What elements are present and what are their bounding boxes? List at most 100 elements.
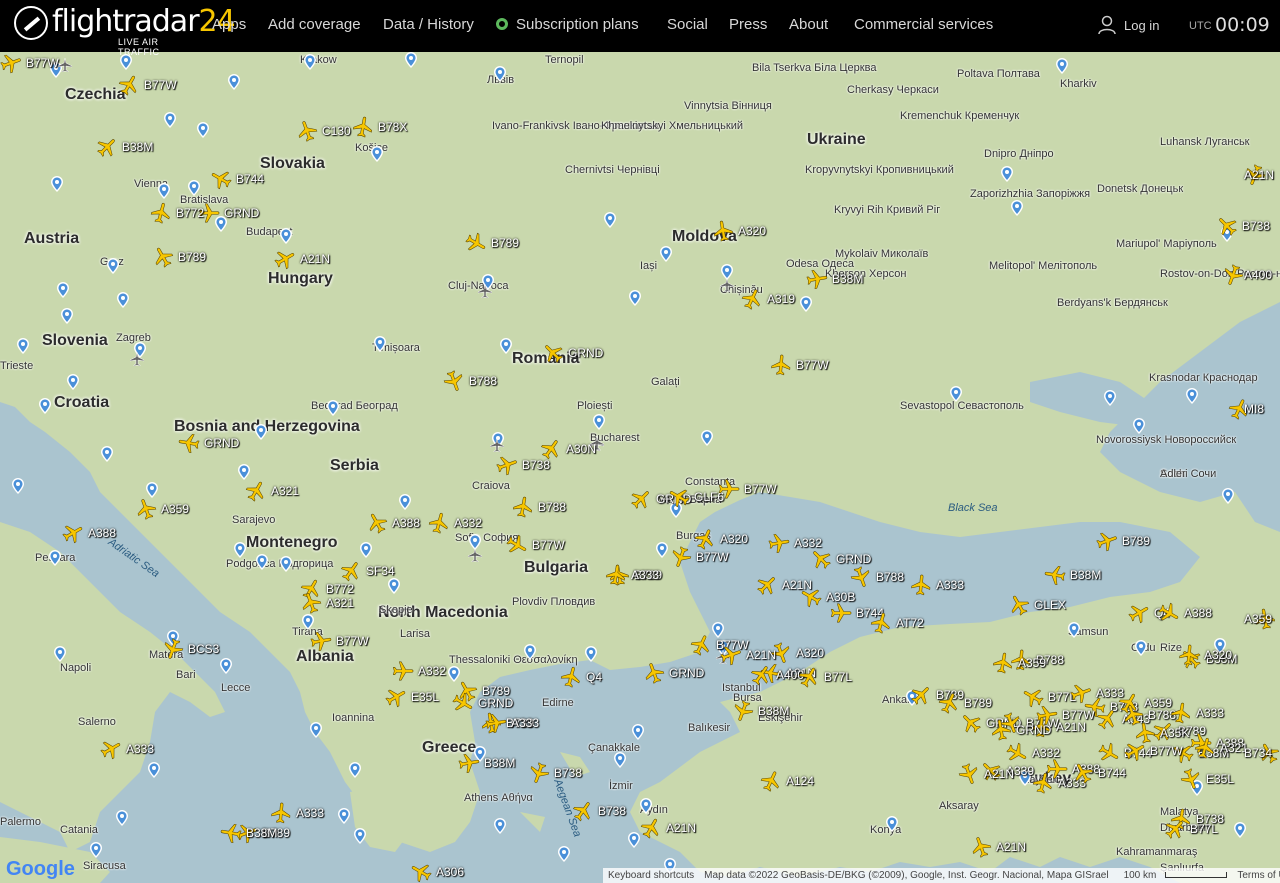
airport-pin-icon[interactable] xyxy=(1019,770,1031,786)
nav-press[interactable]: Press xyxy=(729,16,767,33)
airport-pin-icon[interactable] xyxy=(558,846,570,862)
airport-pin-icon[interactable] xyxy=(388,578,400,594)
airport-pin-icon[interactable] xyxy=(280,228,292,244)
airport-pin-icon[interactable] xyxy=(188,180,200,196)
aircraft-icon[interactable] xyxy=(540,438,562,460)
aircraft-icon[interactable] xyxy=(1128,602,1150,624)
aircraft-icon[interactable] xyxy=(100,738,122,760)
airport-pin-icon[interactable] xyxy=(54,646,66,662)
aircraft-icon[interactable] xyxy=(385,686,407,708)
aircraft-icon[interactable] xyxy=(720,644,742,666)
airport-pin-icon[interactable] xyxy=(49,550,61,566)
aircraft-icon[interactable] xyxy=(152,246,174,268)
aircraft-icon[interactable] xyxy=(1044,564,1066,586)
aircraft-icon[interactable] xyxy=(300,592,322,614)
aircraft-icon[interactable] xyxy=(668,486,690,508)
aircraft-icon[interactable] xyxy=(732,700,754,722)
airport-pin-icon[interactable] xyxy=(57,282,69,298)
aircraft-icon[interactable] xyxy=(96,136,118,158)
aircraft-icon[interactable] xyxy=(750,664,772,686)
ground-aircraft-icon[interactable] xyxy=(719,277,735,293)
nav-commercial-services[interactable]: Commercial services xyxy=(854,16,993,33)
aircraft-icon[interactable] xyxy=(1222,264,1244,286)
aircraft-icon[interactable] xyxy=(938,692,960,714)
airport-pin-icon[interactable] xyxy=(256,554,268,570)
aircraft-icon[interactable] xyxy=(1194,737,1216,759)
airport-pin-icon[interactable] xyxy=(255,424,267,440)
airport-pin-icon[interactable] xyxy=(67,374,79,390)
aircraft-icon[interactable] xyxy=(270,802,292,824)
aircraft-icon[interactable] xyxy=(910,684,932,706)
airport-pin-icon[interactable] xyxy=(1068,622,1080,638)
aircraft-icon[interactable] xyxy=(452,692,474,714)
airport-pin-icon[interactable] xyxy=(158,183,170,199)
aircraft-icon[interactable] xyxy=(135,498,157,520)
airport-pin-icon[interactable] xyxy=(1214,638,1226,654)
airport-pin-icon[interactable] xyxy=(494,66,506,82)
airport-pin-icon[interactable] xyxy=(524,644,536,660)
aircraft-icon[interactable] xyxy=(670,546,692,568)
aircraft-icon[interactable] xyxy=(296,120,318,142)
airport-pin-icon[interactable] xyxy=(1234,822,1246,838)
aircraft-icon[interactable] xyxy=(210,168,232,190)
aircraft-icon[interactable] xyxy=(62,522,84,544)
airport-pin-icon[interactable] xyxy=(656,542,668,558)
aircraft-icon[interactable] xyxy=(340,560,362,582)
aircraft-icon[interactable] xyxy=(1180,768,1202,790)
airport-pin-icon[interactable] xyxy=(1011,200,1023,216)
airport-pin-icon[interactable] xyxy=(405,52,417,68)
aircraft-icon[interactable] xyxy=(970,836,992,858)
airport-pin-icon[interactable] xyxy=(197,122,209,138)
aircraft-icon[interactable] xyxy=(800,586,822,608)
aircraft-icon[interactable] xyxy=(392,660,414,682)
aircraft-icon[interactable] xyxy=(992,652,1014,674)
ground-aircraft-icon[interactable] xyxy=(489,437,505,453)
airport-pin-icon[interactable] xyxy=(51,176,63,192)
airport-pin-icon[interactable] xyxy=(629,290,641,306)
airport-pin-icon[interactable] xyxy=(604,212,616,228)
airport-pin-icon[interactable] xyxy=(220,658,232,674)
nav-social[interactable]: Social xyxy=(667,16,708,33)
aircraft-icon[interactable] xyxy=(560,666,582,688)
aircraft-icon[interactable] xyxy=(150,202,172,224)
aircraft-icon[interactable] xyxy=(410,861,432,883)
airport-pin-icon[interactable] xyxy=(228,74,240,90)
aircraft-icon[interactable] xyxy=(1178,644,1200,666)
aircraft-icon[interactable] xyxy=(756,574,778,596)
airport-pin-icon[interactable] xyxy=(500,338,512,354)
flightradar24-logo[interactable]: flightradar24 LIVE AIR TRAFFIC xyxy=(14,4,236,57)
airport-pin-icon[interactable] xyxy=(585,646,597,662)
airport-pin-icon[interactable] xyxy=(371,146,383,162)
terms-link[interactable]: Terms of Use xyxy=(1232,870,1280,881)
aircraft-icon[interactable] xyxy=(512,496,534,518)
airport-pin-icon[interactable] xyxy=(90,842,102,858)
aircraft-icon[interactable] xyxy=(910,574,932,596)
ground-aircraft-icon[interactable] xyxy=(129,351,145,367)
airport-pin-icon[interactable] xyxy=(238,464,250,480)
keyboard-shortcuts-link[interactable]: Keyboard shortcuts xyxy=(603,870,699,881)
aircraft-icon[interactable] xyxy=(850,566,872,588)
aircraft-icon[interactable] xyxy=(694,528,716,550)
aircraft-icon[interactable] xyxy=(1216,215,1238,237)
airport-pin-icon[interactable] xyxy=(1056,58,1068,74)
aircraft-icon[interactable] xyxy=(830,602,852,624)
aircraft-icon[interactable] xyxy=(1006,742,1028,764)
aircraft-icon[interactable] xyxy=(768,532,790,554)
ground-aircraft-icon[interactable] xyxy=(467,547,483,563)
aircraft-icon[interactable] xyxy=(443,370,465,392)
aircraft-icon[interactable] xyxy=(1036,704,1058,726)
airport-pin-icon[interactable] xyxy=(593,414,605,430)
airport-pin-icon[interactable] xyxy=(628,832,640,848)
airport-pin-icon[interactable] xyxy=(1001,166,1013,182)
airport-pin-icon[interactable] xyxy=(310,722,322,738)
airport-pin-icon[interactable] xyxy=(950,386,962,402)
aircraft-icon[interactable] xyxy=(1258,742,1280,764)
nav-about[interactable]: About xyxy=(789,16,828,33)
aircraft-icon[interactable] xyxy=(506,534,528,556)
airport-pin-icon[interactable] xyxy=(280,556,292,572)
aircraft-icon[interactable] xyxy=(162,638,184,660)
airport-pin-icon[interactable] xyxy=(712,622,724,638)
airport-pin-icon[interactable] xyxy=(354,828,366,844)
airport-pin-icon[interactable] xyxy=(164,112,176,128)
nav-apps[interactable]: Apps xyxy=(212,16,246,33)
